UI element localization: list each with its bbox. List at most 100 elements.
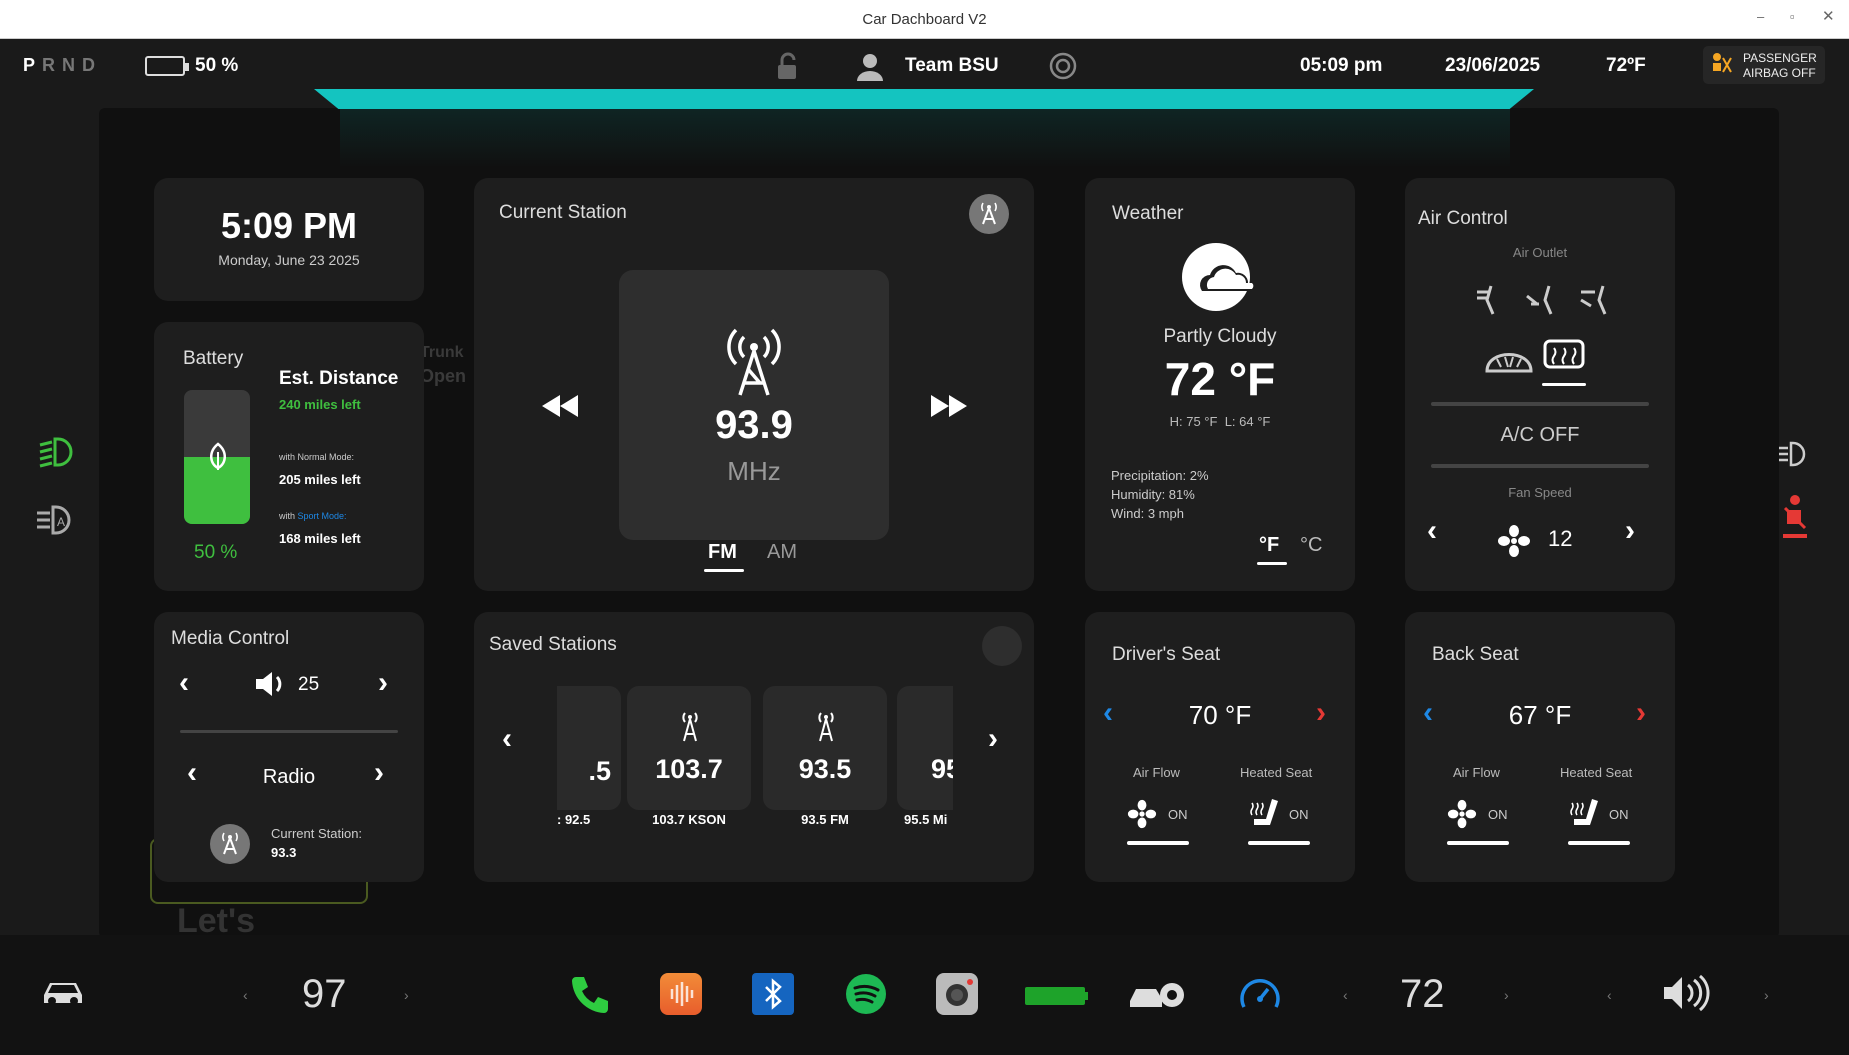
- fog-light-icon[interactable]: [1777, 440, 1807, 468]
- driver-heated-label: Heated Seat: [1240, 765, 1313, 780]
- current-station-label: Current Station:: [271, 826, 363, 841]
- fan-speed-down-button[interactable]: ‹: [1427, 514, 1437, 548]
- fast-forward-icon[interactable]: [929, 393, 969, 419]
- drivers-seat-title: Driver's Seat: [1112, 644, 1221, 665]
- camera-icon[interactable]: [936, 973, 978, 1015]
- speedometer-icon[interactable]: [1238, 973, 1282, 1015]
- podcast-app-icon[interactable]: [660, 973, 702, 1015]
- unit-celsius-button[interactable]: °C: [1300, 534, 1322, 557]
- status-date: 23/06/2025: [1445, 55, 1541, 76]
- sport-mode-with: with: [279, 511, 296, 521]
- band-fm-underline: [704, 569, 744, 572]
- minimize-button[interactable]: –: [1757, 9, 1764, 24]
- right-temp-down-button[interactable]: ‹: [1343, 987, 1348, 1003]
- air-outlet-face-icon[interactable]: [1471, 282, 1503, 316]
- clock-date: Monday, June 23 2025: [218, 252, 360, 268]
- air-outlet-feet-icon[interactable]: [1523, 282, 1561, 316]
- media-title: Media Control: [171, 628, 290, 649]
- media-divider: [180, 730, 398, 733]
- sport-mode-label: Sport Mode:: [297, 511, 347, 521]
- normal-mode-value: 205 miles left: [279, 472, 361, 487]
- target-icon[interactable]: [1049, 52, 1077, 80]
- air-outlet-label: Air Outlet: [1512, 245, 1568, 260]
- rewind-icon[interactable]: [540, 393, 580, 419]
- saved-station-name: 93.5 FM: [801, 812, 849, 827]
- auto-headlight-icon[interactable]: A: [34, 503, 78, 537]
- volume-down-button[interactable]: ‹: [179, 666, 189, 700]
- band-fm-tab[interactable]: FM: [708, 541, 737, 564]
- speaker-icon: [256, 672, 282, 696]
- back-heated-seat-icon[interactable]: [1568, 797, 1602, 831]
- est-distance-title: Est. Distance: [279, 368, 399, 389]
- back-airflow-fan-icon[interactable]: [1447, 799, 1477, 829]
- battery-card: Battery 50 % Est. Distance 240 miles lef…: [154, 322, 424, 591]
- left-temp-down-button[interactable]: ‹: [243, 987, 248, 1003]
- back-seat-temp: 67 °F: [1508, 700, 1572, 730]
- unit-fahrenheit-button[interactable]: °F: [1259, 534, 1279, 557]
- fan-speed-up-button[interactable]: ›: [1625, 514, 1635, 548]
- volume-dock-up-button[interactable]: ›: [1764, 987, 1769, 1003]
- driver-seat-temp: 70 °F: [1188, 700, 1252, 730]
- weather-card: Weather Partly Cloudy 72 °F H: 75 °F L: …: [1085, 178, 1355, 591]
- saved-station-freq: 95: [931, 754, 953, 784]
- lock-open-icon[interactable]: [772, 51, 802, 81]
- source-next-button[interactable]: ›: [374, 756, 384, 790]
- air-divider-top: [1431, 402, 1649, 406]
- saved-station-tile[interactable]: 103.7: [627, 686, 751, 810]
- station-display: 93.9 MHz: [619, 270, 889, 540]
- right-temp-up-button[interactable]: ›: [1504, 987, 1509, 1003]
- clock-time: 5:09 PM: [220, 205, 358, 246]
- saved-stations-title: Saved Stations: [489, 634, 617, 655]
- maximize-button[interactable]: ▫: [1790, 9, 1795, 24]
- left-temp-up-button[interactable]: ›: [404, 987, 409, 1003]
- back-temp-up-button[interactable]: ›: [1636, 696, 1646, 730]
- saved-station-freq: 93.5: [798, 754, 852, 784]
- driver-heated-underline: [1248, 841, 1310, 845]
- est-distance-value: 240 miles left: [279, 397, 361, 412]
- normal-mode-with: with: [279, 452, 296, 462]
- driver-temp-up-button[interactable]: ›: [1316, 696, 1326, 730]
- band-am-tab[interactable]: AM: [767, 541, 797, 564]
- phone-icon[interactable]: [568, 973, 610, 1015]
- bluetooth-icon[interactable]: [752, 973, 794, 1015]
- close-button[interactable]: ✕: [1822, 7, 1835, 25]
- user-icon: [857, 54, 883, 81]
- car-icon[interactable]: [40, 977, 86, 1007]
- headlight-icon[interactable]: [36, 435, 76, 469]
- saved-prev-button[interactable]: ‹: [502, 722, 512, 756]
- ac-status[interactable]: A/C OFF: [1405, 424, 1675, 447]
- saved-station-tile[interactable]: 93.5: [763, 686, 887, 810]
- rear-defrost-icon[interactable]: [1542, 338, 1586, 374]
- saved-stations-menu-button[interactable]: [982, 626, 1022, 666]
- open-label[interactable]: Open: [420, 366, 466, 387]
- user-name: Team BSU: [905, 55, 999, 76]
- saved-next-button[interactable]: ›: [988, 722, 998, 756]
- driver-airflow-fan-icon[interactable]: [1127, 799, 1157, 829]
- spotify-icon[interactable]: [845, 973, 887, 1015]
- saved-station-tile[interactable]: 95: [897, 686, 953, 810]
- gear-selector[interactable]: PRND: [23, 55, 102, 76]
- current-station-card: Current Station 93.9 MHz FM AM: [474, 178, 1034, 591]
- volume-dock-down-button[interactable]: ‹: [1607, 987, 1612, 1003]
- frequency-unit: MHz: [727, 456, 781, 486]
- trunk-label[interactable]: Trunk: [420, 344, 464, 362]
- airbag-status-badge: PASSENGER AIRBAG OFF: [1703, 46, 1825, 84]
- saved-station-name: : 92.5: [557, 812, 591, 827]
- radio-mode-icon[interactable]: [969, 194, 1009, 234]
- battery-bar-icon[interactable]: [1025, 987, 1085, 1005]
- window-titlebar: Car Dachboard V2 – ▫ ✕: [0, 0, 1849, 39]
- front-defrost-icon[interactable]: [1483, 341, 1535, 375]
- saved-stations-scroller[interactable]: .5 : 92.5 103.7 103.7 KSON 93.5 93.5 FM …: [557, 680, 953, 840]
- car-settings-icon[interactable]: [1128, 973, 1190, 1015]
- volume-icon[interactable]: [1660, 973, 1714, 1013]
- volume-value: 25: [298, 674, 320, 695]
- air-outlet-mixed-icon[interactable]: [1577, 282, 1615, 316]
- driver-heated-seat-icon[interactable]: [1248, 797, 1282, 831]
- volume-up-button[interactable]: ›: [378, 666, 388, 700]
- seatbelt-warning-icon: [1783, 495, 1807, 538]
- weather-precipitation: Precipitation: 2%: [1111, 468, 1209, 483]
- antenna-icon: [727, 328, 781, 396]
- saved-station-tile[interactable]: .5: [557, 686, 621, 810]
- saved-station-freq: .5: [588, 756, 611, 786]
- battery-percent-label: 50 %: [194, 542, 238, 563]
